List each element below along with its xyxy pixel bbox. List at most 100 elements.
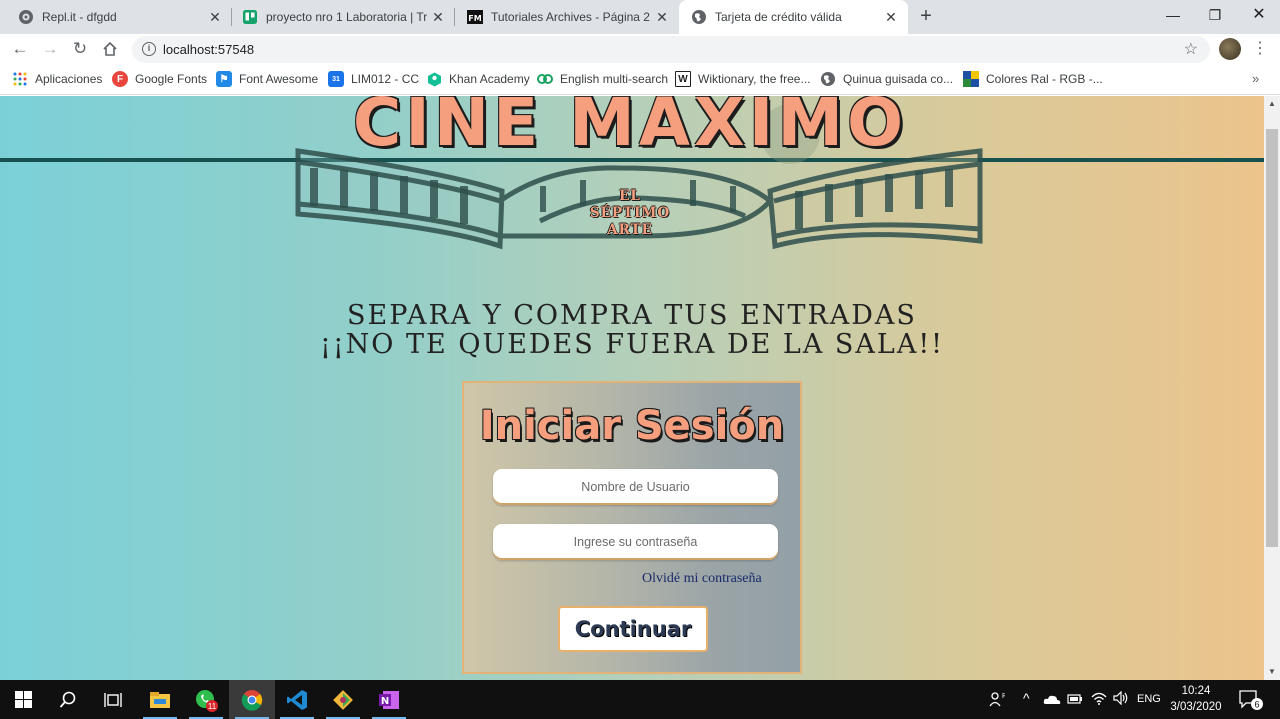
tab-tarjeta[interactable]: Tarjeta de crédito válida ✕: [679, 0, 908, 34]
login-card: Iniciar Sesión Olvidé mi contraseña Cont…: [462, 381, 802, 674]
address-bar[interactable]: i localhost:57548 ☆: [132, 36, 1210, 63]
bookmark-label: English multi-search: [560, 72, 669, 86]
wiktionary-icon: W: [675, 71, 691, 87]
whatsapp-icon[interactable]: 11: [183, 680, 229, 719]
clock-time: 10:24: [1181, 685, 1211, 697]
bookmark-khan-academy[interactable]: Khan Academy: [426, 64, 530, 94]
bookmark-label: Wiktionary, the free...: [698, 72, 811, 86]
page-content: CINE MAXIMO EL SÉPTIMO ARTE SEPARA Y COM…: [0, 96, 1264, 680]
bookmark-label: Aplicaciones: [35, 72, 103, 86]
bookmark-english-multi-search[interactable]: English multi-search: [537, 64, 668, 94]
promo-headline-line-1: SEPARA Y COMPRA TUS ENTRADAS: [347, 300, 917, 331]
tab-tutoriales[interactable]: FM Tutoriales Archives - Página 2 de ✕: [455, 0, 679, 34]
ral-colors-icon: [963, 71, 979, 87]
replit-icon: [18, 9, 34, 25]
close-window-icon[interactable]: ✕: [1236, 0, 1280, 30]
globe-icon: [820, 71, 836, 87]
browser-tab-strip: Repl.it - dfgdd ✕ proyecto nro 1 Laborat…: [0, 0, 1280, 34]
minimize-window-icon[interactable]: —: [1150, 0, 1196, 30]
tagline-line: EL: [619, 188, 641, 204]
whatsapp-badge: 11: [208, 702, 217, 711]
multi-search-icon: [537, 71, 553, 87]
wifi-icon[interactable]: [1091, 691, 1107, 708]
calendar-icon: 31: [328, 71, 344, 87]
tab-title: proyecto nro 1 Laboratoria | Trell: [266, 10, 427, 24]
site-info-icon[interactable]: i: [142, 42, 156, 56]
bookmark-label: Khan Academy: [449, 72, 530, 86]
forward-arrow-icon[interactable]: →: [38, 37, 62, 61]
vertical-scrollbar[interactable]: ▲ ▼: [1264, 96, 1280, 680]
reload-icon[interactable]: ↻: [68, 37, 92, 61]
bookmark-quinua[interactable]: Quinua guisada co...: [820, 64, 953, 94]
more-bookmarks-icon[interactable]: »: [1252, 71, 1259, 86]
scroll-up-arrow-icon[interactable]: ▲: [1264, 96, 1280, 112]
font-awesome-icon: ⚑: [216, 71, 232, 87]
back-arrow-icon[interactable]: ←: [8, 37, 32, 61]
tab-trello[interactable]: proyecto nro 1 Laboratoria | Trell ✕: [232, 0, 455, 34]
scroll-down-arrow-icon[interactable]: ▼: [1264, 664, 1280, 680]
browser-toolbar: ← → ↻ i localhost:57548 ☆ ⋮: [0, 34, 1280, 64]
bookmark-aplicaciones[interactable]: Aplicaciones: [12, 64, 102, 94]
address-url[interactable]: localhost:57548: [163, 42, 254, 57]
taskbar-clock[interactable]: 10:24 3/03/2020: [1164, 683, 1228, 715]
notification-count: 6: [1254, 700, 1259, 710]
search-icon[interactable]: [45, 680, 91, 719]
home-icon[interactable]: [98, 37, 122, 61]
restore-window-icon[interactable]: ❐: [1192, 0, 1238, 30]
close-tab-icon[interactable]: ✕: [880, 9, 902, 26]
chrome-icon[interactable]: [229, 680, 275, 719]
new-tab-button[interactable]: +: [914, 5, 938, 29]
fm-icon: FM: [467, 9, 483, 25]
vscode-icon[interactable]: [274, 680, 320, 719]
bookmark-colores-ral[interactable]: Colores Ral - RGB -...: [963, 64, 1103, 94]
bookmark-label: LIM012 - CC: [351, 72, 420, 86]
bookmark-star-icon[interactable]: ☆: [1184, 39, 1198, 59]
bookmark-lim012[interactable]: 31 LIM012 - CC: [328, 64, 419, 94]
brand-title: CINE MAXIMO: [352, 96, 908, 161]
onenote-icon[interactable]: N: [366, 680, 412, 719]
login-title: Iniciar Sesión: [479, 403, 785, 449]
volume-icon[interactable]: [1113, 690, 1129, 708]
bookmark-label: Quinua guisada co...: [843, 72, 954, 86]
bookmark-font-awesome[interactable]: ⚑ Font Awesome: [216, 64, 318, 94]
onedrive-cloud-icon[interactable]: [1043, 693, 1061, 708]
tab-title: Repl.it - dfgdd: [42, 10, 117, 24]
apps-grid-icon: [12, 71, 28, 87]
google-fonts-icon: F: [112, 71, 128, 87]
close-tab-icon[interactable]: ✕: [427, 9, 449, 26]
file-explorer-icon[interactable]: [137, 680, 183, 719]
username-input[interactable]: [493, 469, 778, 505]
bookmark-google-fonts[interactable]: F Google Fonts: [112, 64, 207, 94]
forgot-password-link[interactable]: Olvidé mi contraseña: [642, 571, 762, 587]
clock-date: 3/03/2020: [1170, 701, 1222, 713]
bookmark-label: Colores Ral - RGB -...: [986, 72, 1103, 86]
profile-avatar[interactable]: [1219, 38, 1241, 60]
action-center-icon[interactable]: 6: [1238, 689, 1264, 716]
tab-replit[interactable]: Repl.it - dfgdd ✕: [0, 0, 232, 34]
close-tab-icon[interactable]: ✕: [204, 9, 226, 26]
svg-text:R: R: [1002, 693, 1005, 700]
scrollbar-thumb[interactable]: [1266, 129, 1278, 547]
people-icon[interactable]: R: [989, 691, 1007, 710]
continue-button[interactable]: Continuar: [558, 606, 708, 652]
gitkraken-icon[interactable]: [320, 680, 366, 719]
task-view-icon[interactable]: [90, 680, 136, 719]
bookmark-wiktionary[interactable]: W Wiktionary, the free...: [675, 64, 810, 94]
globe-icon: [691, 9, 707, 25]
browser-menu-icon[interactable]: ⋮: [1252, 37, 1268, 61]
tagline-line: SÉPTIMO: [589, 205, 671, 221]
show-hidden-icons-chevron-icon[interactable]: ^: [1023, 690, 1030, 706]
khan-academy-icon: [426, 71, 442, 87]
close-tab-icon[interactable]: ✕: [651, 9, 673, 26]
input-language[interactable]: ENG: [1137, 693, 1161, 705]
trello-icon: [242, 9, 258, 25]
windows-taskbar: 11 N R ^ ENG 10:24 3/03/2020 6: [0, 680, 1280, 719]
promo-headline: SEPARA Y COMPRA TUS ENTRADAS ¡¡NO TE QUE…: [200, 301, 1064, 359]
bookmark-label: Font Awesome: [239, 72, 319, 86]
windows-start-icon[interactable]: [0, 680, 46, 719]
password-input[interactable]: [493, 524, 778, 560]
brand-tagline: EL SÉPTIMO ARTE: [580, 188, 680, 239]
tab-title: Tarjeta de crédito válida: [715, 10, 842, 24]
battery-icon[interactable]: [1067, 693, 1083, 708]
bookmark-label: Google Fonts: [135, 72, 208, 86]
